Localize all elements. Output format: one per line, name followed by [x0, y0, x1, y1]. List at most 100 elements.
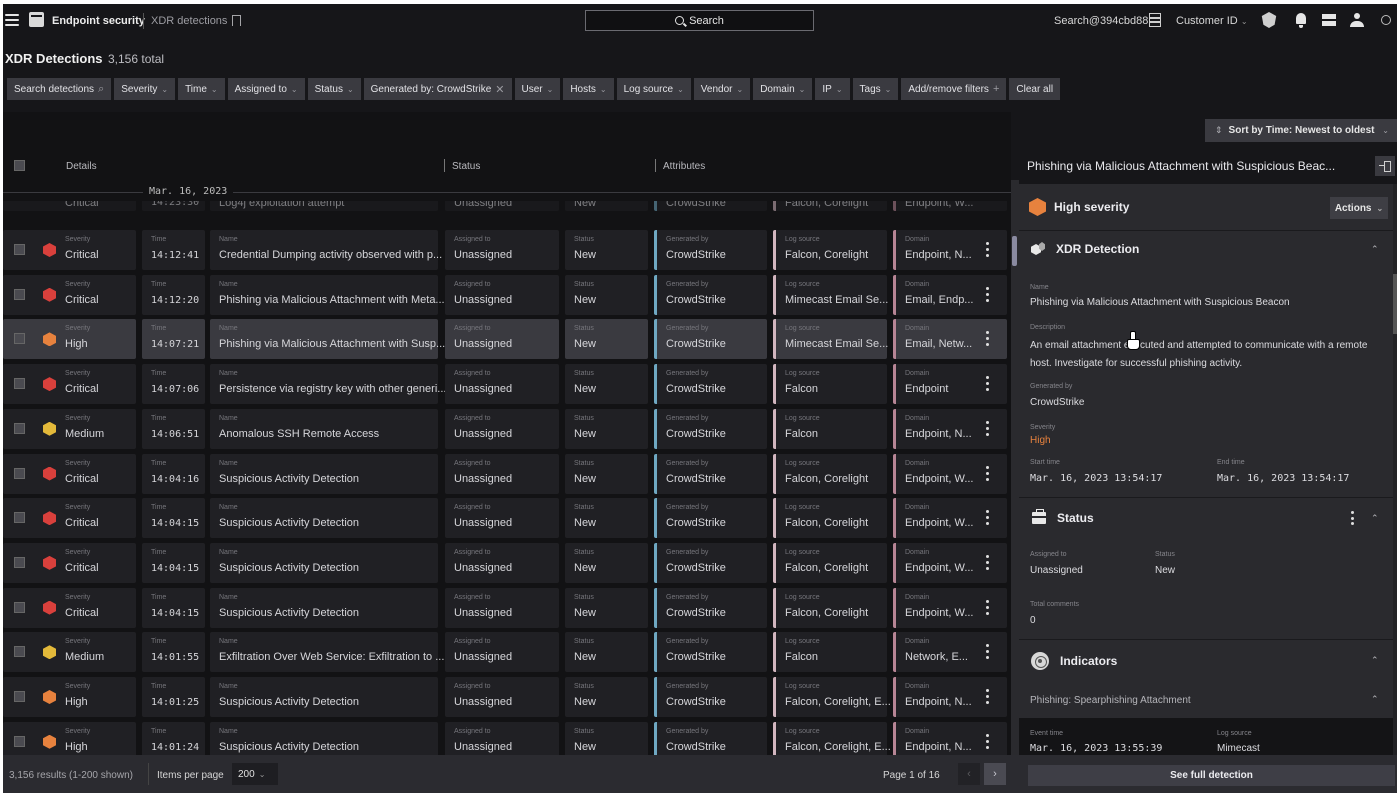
field-value-name: Phishing via Malicious Attachment with M…	[219, 293, 445, 306]
detection-row[interactable]: Severity Medium Time 14:06:51 Name Anomalous …	[3, 408, 1011, 449]
row-checkbox[interactable]	[14, 422, 25, 434]
filter-hosts[interactable]: Hosts ⌄	[563, 78, 614, 100]
row-more-options-icon[interactable]	[986, 510, 989, 526]
detection-row[interactable]: Severity High Time 14:07:21 Name Phishing via…	[3, 319, 1011, 360]
notifications-bell-icon[interactable]	[1293, 12, 1309, 28]
scrollbar-thumb[interactable]	[1012, 236, 1017, 266]
row-checkbox[interactable]	[14, 646, 25, 658]
filter-tags[interactable]: Tags ⌄	[852, 78, 899, 100]
user-profile-icon[interactable]	[1349, 12, 1365, 28]
row-checkbox[interactable]	[14, 378, 25, 390]
detection-row[interactable]: Critical 14:23:30 Log4j exploitation attem…	[3, 201, 1011, 211]
field-label: Assigned to	[454, 459, 491, 467]
document-icon[interactable]	[1149, 13, 1161, 27]
bookmark-icon[interactable]	[232, 15, 241, 26]
column-header-attributes[interactable]: Attributes	[663, 161, 705, 172]
row-checkbox[interactable]	[14, 556, 25, 568]
filter-status[interactable]: Status ⌄	[307, 78, 361, 100]
detection-row[interactable]: Severity Critical Time 14:12:20 Name Phishing…	[3, 274, 1011, 315]
collapse-indicator-group-icon[interactable]: ⌃	[1371, 694, 1379, 705]
sort-dropdown[interactable]: ⇕ Sort by Time: Newest to oldest ⌄	[1205, 119, 1397, 142]
row-more-options-icon[interactable]	[986, 420, 989, 436]
row-checkbox[interactable]	[14, 467, 25, 479]
panel-scrollbar[interactable]	[1393, 184, 1397, 755]
indicator-group[interactable]: Phishing: Spearphishing Attachment ⌃	[1019, 686, 1393, 718]
row-checkbox[interactable]	[14, 288, 25, 300]
detection-row[interactable]: Severity Critical Time 14:12:41 Name Credenti…	[3, 230, 1011, 270]
detection-row[interactable]: Severity High Time 14:01:25 Name Suspicious A…	[3, 677, 1011, 717]
detection-row[interactable]: Severity High Time 14:01:24 Name Suspicious A…	[3, 721, 1011, 757]
global-search-button[interactable]: Search	[585, 10, 814, 31]
filter-user[interactable]: User ⌄	[514, 78, 561, 100]
row-more-options-icon[interactable]	[986, 644, 989, 660]
filter-ip[interactable]: IP ⌄	[815, 78, 850, 100]
row-checkbox[interactable]	[14, 244, 25, 255]
detection-row[interactable]: Severity Critical Time 14:04:15 Name Suspicio…	[3, 587, 1011, 628]
next-page-button[interactable]: ›	[984, 763, 1006, 785]
previous-page-button[interactable]: ‹	[958, 763, 980, 785]
theme-sun-icon[interactable]	[1378, 12, 1394, 28]
column-header-details[interactable]: Details	[66, 161, 97, 172]
filter-add-remove-filters[interactable]: Add/remove filters +	[901, 78, 1007, 100]
row-checkbox[interactable]	[14, 601, 25, 613]
filter-severity[interactable]: Severity ⌄	[114, 78, 176, 100]
actions-button[interactable]: Actions ⌄	[1330, 197, 1388, 219]
field-value-assigned: Unassigned	[454, 561, 513, 574]
row-checkbox[interactable]	[14, 691, 25, 702]
filter-generated-by-crowdstrike[interactable]: Generated by: CrowdStrike ✕	[363, 78, 512, 100]
row-more-options-icon[interactable]	[986, 242, 989, 257]
app-title[interactable]: Endpoint security	[52, 15, 145, 27]
column-header-status[interactable]: Status	[452, 161, 480, 172]
filter-time[interactable]: Time ⌄	[178, 78, 225, 100]
row-more-options-icon[interactable]	[986, 554, 989, 570]
cell-status: Status New	[565, 364, 648, 405]
row-more-options-icon[interactable]	[986, 376, 989, 392]
items-per-page-select[interactable]: 200 ⌄	[232, 763, 278, 785]
row-more-options-icon[interactable]	[986, 599, 989, 615]
filter-log-source[interactable]: Log source ⌄	[616, 78, 691, 100]
filter-domain[interactable]: Domain ⌄	[753, 78, 813, 100]
shield-icon[interactable]	[1261, 12, 1277, 28]
user-account[interactable]: Search@394cbd88	[1054, 15, 1148, 27]
row-more-options-icon[interactable]	[986, 689, 989, 704]
field-label: Time	[151, 459, 167, 467]
collapse-status-section-icon[interactable]: ⌃	[1371, 513, 1379, 524]
detection-row[interactable]: Severity Medium Time 14:01:55 Name Exfiltrati…	[3, 632, 1011, 673]
customer-id-dropdown[interactable]: Customer ID ⌄	[1176, 15, 1248, 27]
status-more-options-icon[interactable]	[1351, 511, 1354, 525]
detection-row[interactable]: Severity Critical Time 14:04:15 Name Suspicio…	[3, 498, 1011, 539]
row-checkbox[interactable]	[14, 333, 25, 345]
filter-vendor[interactable]: Vendor ⌄	[693, 78, 751, 100]
hamburger-menu-icon[interactable]	[5, 14, 19, 26]
search-icon	[675, 16, 685, 25]
collapse-indicators-section-icon[interactable]: ⌃	[1371, 655, 1379, 666]
see-full-detection-button[interactable]: See full detection	[1028, 765, 1395, 786]
status-value[interactable]: New	[1155, 565, 1175, 576]
detection-row[interactable]: Severity Critical Time 14:04:16 Name Suspicio…	[3, 453, 1011, 494]
row-more-options-icon[interactable]	[986, 733, 989, 749]
filter-search-detections[interactable]: Search detections ⌕	[7, 78, 112, 100]
row-checkbox[interactable]	[14, 735, 25, 747]
remove-filter-icon[interactable]: ✕	[495, 83, 504, 96]
cell-log-source: Log source Falcon	[773, 632, 887, 673]
cell-domain: Endpoint, W...	[893, 201, 1007, 211]
field-label: Name	[219, 325, 238, 333]
field-label: Assigned to	[454, 593, 491, 601]
filter-clear-all[interactable]: Clear all	[1009, 78, 1061, 100]
collapse-xdr-section-icon[interactable]: ⌃	[1371, 244, 1379, 255]
filter-assigned-to[interactable]: Assigned to ⌄	[227, 78, 305, 100]
row-checkbox[interactable]	[14, 512, 25, 524]
field-label: Severity	[65, 548, 91, 556]
select-all-checkbox[interactable]	[14, 160, 25, 171]
collapse-panel-button[interactable]	[1375, 156, 1395, 176]
total-comments-value: 0	[1030, 615, 1036, 626]
row-more-options-icon[interactable]	[986, 331, 989, 347]
list-scrollbar[interactable]	[1011, 180, 1019, 755]
row-more-options-icon[interactable]	[986, 465, 989, 481]
assigned-to-value[interactable]: Unassigned	[1030, 565, 1083, 576]
detection-row[interactable]: Severity Critical Time 14:04:15 Name Suspicio…	[3, 542, 1011, 583]
servers-icon[interactable]	[1321, 12, 1337, 28]
detection-row[interactable]: Severity Critical Time 14:07:06 Name Persiste…	[3, 364, 1011, 405]
row-more-options-icon[interactable]	[986, 286, 989, 302]
field-label: Generated by	[666, 280, 709, 288]
